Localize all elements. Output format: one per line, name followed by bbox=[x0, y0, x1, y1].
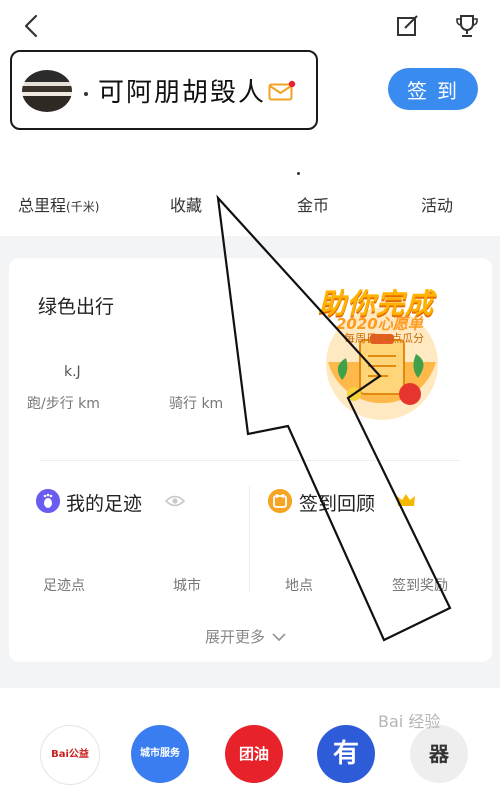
checkin-button[interactable]: 签到 bbox=[388, 68, 478, 110]
footprint-title[interactable]: 我的足迹 bbox=[66, 489, 142, 516]
checkin-review-title[interactable]: 签到回顾 bbox=[299, 489, 375, 516]
expand-more-label: 展开更多 bbox=[205, 628, 266, 646]
chevron-left-icon[interactable] bbox=[18, 12, 46, 40]
cities-label: 城市 bbox=[173, 578, 201, 594]
service-tuanyou[interactable]: 团油 bbox=[225, 725, 283, 783]
stat-favorites[interactable]: 收藏 bbox=[170, 192, 202, 216]
service-you[interactable]: 有 bbox=[317, 725, 375, 783]
decorative-dot bbox=[297, 172, 300, 175]
places-label: 地点 bbox=[285, 578, 313, 594]
stat-total-distance[interactable]: 总里程(千米) bbox=[18, 192, 99, 216]
service-label: 城市服务 bbox=[140, 748, 180, 759]
distance-value: k.J bbox=[64, 364, 81, 380]
crown-icon bbox=[397, 494, 415, 506]
stat-activities[interactable]: 活动 bbox=[421, 192, 453, 216]
calendar-icon bbox=[268, 489, 292, 513]
trophy-icon[interactable] bbox=[453, 12, 481, 40]
promo-note: 每周日24点瓜分 bbox=[344, 332, 424, 345]
edit-icon[interactable] bbox=[395, 13, 421, 39]
divider bbox=[40, 460, 460, 461]
ride-label: 骑行 km bbox=[169, 396, 224, 412]
eye-icon[interactable] bbox=[165, 494, 185, 508]
watermark: Bai 经验 bbox=[378, 712, 441, 731]
checkin-rewards-label: 签到奖励 bbox=[392, 578, 448, 594]
service-label: 器 bbox=[429, 742, 449, 766]
mail-icon[interactable] bbox=[268, 80, 296, 102]
expand-more-button[interactable]: 展开更多 bbox=[205, 626, 287, 647]
service-label: 团油 bbox=[238, 745, 269, 763]
decorative-dot bbox=[84, 92, 88, 96]
chevron-down-icon bbox=[272, 632, 286, 641]
green-travel-title: 绿色出行 bbox=[38, 296, 115, 318]
service-city-services[interactable]: 城市服务 bbox=[131, 725, 189, 783]
stat-coins[interactable]: 金币 bbox=[297, 192, 329, 216]
service-label: Bai公益 bbox=[51, 749, 89, 760]
footprint-icon bbox=[36, 489, 60, 513]
run-walk-label: 跑/步行 km bbox=[27, 396, 100, 412]
avatar[interactable] bbox=[22, 70, 72, 112]
service-label: 有 bbox=[332, 739, 359, 769]
divider bbox=[249, 486, 250, 592]
service-baidu-charity[interactable]: Bai公益 bbox=[40, 725, 100, 785]
username: 可阿朋胡毁人 bbox=[98, 78, 267, 108]
footprint-points-label: 足迹点 bbox=[43, 578, 85, 594]
service-more[interactable]: 器 bbox=[410, 725, 468, 783]
